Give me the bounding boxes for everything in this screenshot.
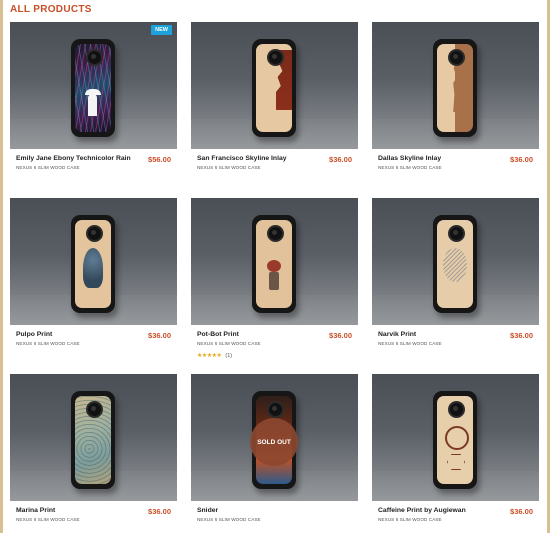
camera-icon bbox=[267, 225, 284, 242]
product-card[interactable]: Dallas Skyline Inlay $36.00 NEXUS 6 SLIM… bbox=[372, 22, 539, 198]
product-card[interactable]: Pulpo Print $36.00 NEXUS 6 SLIM WOOD CAS… bbox=[10, 198, 177, 374]
product-card[interactable]: NEW Emily Jane Ebony Technicolor Rain $5… bbox=[10, 22, 177, 198]
camera-icon bbox=[86, 225, 103, 242]
product-meta: San Francisco Skyline Inlay $36.00 NEXUS… bbox=[191, 149, 358, 198]
phone-case-image bbox=[433, 215, 477, 313]
product-meta: Pulpo Print $36.00 NEXUS 6 SLIM WOOD CAS… bbox=[10, 325, 177, 374]
product-price: $36.00 bbox=[510, 155, 533, 164]
product-image[interactable]: NEW bbox=[10, 22, 177, 149]
product-image[interactable] bbox=[10, 198, 177, 325]
product-name[interactable]: Caffeine Print by Augiewan bbox=[378, 507, 498, 514]
product-subtitle: NEXUS 6 SLIM WOOD CASE bbox=[197, 517, 261, 522]
product-price: $36.00 bbox=[329, 331, 352, 340]
product-meta: Dallas Skyline Inlay $36.00 NEXUS 6 SLIM… bbox=[372, 149, 539, 198]
camera-icon bbox=[448, 401, 465, 418]
product-subtitle: NEXUS 6 SLIM WOOD CASE bbox=[16, 165, 80, 170]
product-name[interactable]: Dallas Skyline Inlay bbox=[378, 155, 498, 162]
product-price: $36.00 bbox=[510, 507, 533, 516]
camera-icon bbox=[267, 401, 284, 418]
camera-icon bbox=[448, 49, 465, 66]
product-price: $56.00 bbox=[148, 155, 171, 164]
product-name[interactable]: Narvik Print bbox=[378, 331, 498, 338]
camera-icon bbox=[86, 49, 103, 66]
product-subtitle: NEXUS 6 SLIM WOOD CASE bbox=[16, 341, 80, 346]
product-meta: Caffeine Print by Augiewan $36.00 NEXUS … bbox=[372, 501, 539, 550]
product-meta: Snider NEXUS 6 SLIM WOOD CASE bbox=[191, 501, 358, 550]
product-price: $36.00 bbox=[329, 155, 352, 164]
product-image[interactable] bbox=[372, 22, 539, 149]
product-price: $36.00 bbox=[510, 331, 533, 340]
product-image[interactable] bbox=[10, 374, 177, 501]
product-card[interactable]: Pot-Bot Print $36.00 NEXUS 6 SLIM WOOD C… bbox=[191, 198, 358, 374]
product-card[interactable]: San Francisco Skyline Inlay $36.00 NEXUS… bbox=[191, 22, 358, 198]
star-rating-icon: ★★★★★ bbox=[197, 353, 222, 359]
phone-case-image bbox=[71, 391, 115, 489]
product-image[interactable] bbox=[191, 22, 358, 149]
product-name[interactable]: Emily Jane Ebony Technicolor Rain bbox=[16, 155, 136, 162]
product-rating[interactable]: ★★★★★ (1) bbox=[197, 352, 233, 360]
product-subtitle: NEXUS 6 SLIM WOOD CASE bbox=[197, 165, 261, 170]
phone-case-image bbox=[433, 391, 477, 489]
section-title: ALL PRODUCTS bbox=[10, 4, 92, 15]
product-subtitle: NEXUS 6 SLIM WOOD CASE bbox=[16, 517, 80, 522]
page-frame-left bbox=[0, 0, 3, 533]
product-price: $36.00 bbox=[148, 507, 171, 516]
product-meta: Pot-Bot Print $36.00 NEXUS 6 SLIM WOOD C… bbox=[191, 325, 358, 374]
product-card[interactable]: Narvik Print $36.00 NEXUS 6 SLIM WOOD CA… bbox=[372, 198, 539, 374]
figure-art bbox=[88, 94, 97, 116]
product-meta: Narvik Print $36.00 NEXUS 6 SLIM WOOD CA… bbox=[372, 325, 539, 374]
new-badge: NEW bbox=[151, 25, 172, 35]
product-subtitle: NEXUS 6 SLIM WOOD CASE bbox=[197, 341, 261, 346]
product-name[interactable]: Pot-Bot Print bbox=[197, 331, 317, 338]
product-meta: Marina Print $36.00 NEXUS 6 SLIM WOOD CA… bbox=[10, 501, 177, 550]
sold-out-badge: SOLD OUT bbox=[250, 418, 298, 466]
camera-icon bbox=[86, 401, 103, 418]
product-subtitle: NEXUS 6 SLIM WOOD CASE bbox=[378, 165, 442, 170]
camera-icon bbox=[448, 225, 465, 242]
product-image[interactable] bbox=[372, 198, 539, 325]
phone-case-image bbox=[252, 39, 296, 137]
product-price: $36.00 bbox=[148, 331, 171, 340]
phone-case-image bbox=[433, 39, 477, 137]
product-image[interactable]: SOLD OUT bbox=[191, 374, 358, 501]
product-subtitle: NEXUS 6 SLIM WOOD CASE bbox=[378, 517, 442, 522]
product-card[interactable]: Marina Print $36.00 NEXUS 6 SLIM WOOD CA… bbox=[10, 374, 177, 550]
review-count: (1) bbox=[225, 352, 233, 359]
product-name[interactable]: Snider bbox=[197, 507, 317, 514]
product-image[interactable] bbox=[191, 198, 358, 325]
phone-case-image bbox=[71, 39, 115, 137]
product-name[interactable]: Pulpo Print bbox=[16, 331, 136, 338]
product-name[interactable]: San Francisco Skyline Inlay bbox=[197, 155, 317, 162]
product-meta: Emily Jane Ebony Technicolor Rain $56.00… bbox=[10, 149, 177, 198]
product-card[interactable]: SOLD OUT Snider NEXUS 6 SLIM WOOD CASE bbox=[191, 374, 358, 550]
phone-case-image bbox=[71, 215, 115, 313]
product-name[interactable]: Marina Print bbox=[16, 507, 136, 514]
product-subtitle: NEXUS 6 SLIM WOOD CASE bbox=[378, 341, 442, 346]
product-grid: NEW Emily Jane Ebony Technicolor Rain $5… bbox=[10, 22, 539, 550]
camera-icon bbox=[267, 49, 284, 66]
product-image[interactable] bbox=[372, 374, 539, 501]
phone-case-image bbox=[252, 215, 296, 313]
product-card[interactable]: Caffeine Print by Augiewan $36.00 NEXUS … bbox=[372, 374, 539, 550]
